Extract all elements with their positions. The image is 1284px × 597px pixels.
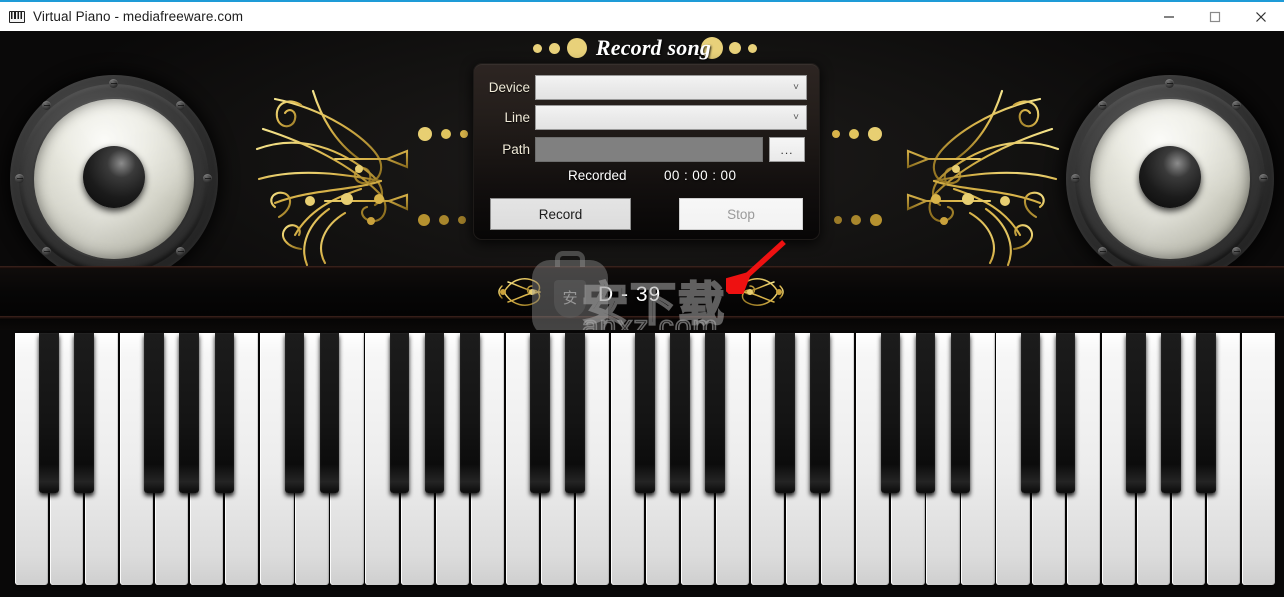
black-key[interactable] [179,333,200,493]
minimize-icon[interactable] [1146,1,1192,32]
gold-filigree-right [885,89,1060,267]
record-dialog-title-bar: Record song [470,33,820,63]
device-label: Device [488,80,530,95]
record-song-dialog: Device ˅ Line ˅ Path ... Recorded 00 : 0… [473,63,820,240]
black-key[interactable] [705,333,725,493]
black-key[interactable] [635,333,655,493]
line-row: Line ˅ [474,105,819,130]
path-input[interactable] [535,137,763,162]
recorded-timer: 00 : 00 : 00 [664,168,737,183]
title-bar: Virtual Piano - mediafreeware.com [0,0,1284,31]
line-label: Line [504,110,530,125]
chevron-down-icon: ˅ [793,111,799,123]
browse-button-label: ... [780,142,794,157]
black-key[interactable] [950,333,971,493]
gold-filigree-left [255,89,430,267]
black-key[interactable] [1125,333,1146,493]
window-title: Virtual Piano - mediafreeware.com [33,9,244,24]
black-key[interactable] [39,333,59,493]
ornament-dots-right-bottom [834,214,882,226]
record-dialog-title: Record song [595,35,712,60]
stop-button-label: Stop [727,206,755,222]
chevron-down-icon: ˅ [793,81,799,93]
line-select-value [536,106,806,110]
speaker-left [10,75,218,267]
title-dot [566,38,587,58]
ornament-dots-right-top [832,127,882,141]
title-dot [748,43,758,53]
path-label: Path [502,142,530,157]
black-key[interactable] [424,333,445,493]
black-key[interactable] [74,333,94,493]
record-button-label: Record [538,206,583,222]
piano-keys [14,333,1276,585]
black-key[interactable] [810,333,831,493]
black-key[interactable] [880,333,901,493]
black-key[interactable] [775,333,796,493]
black-key[interactable] [459,333,480,493]
black-key[interactable] [389,333,410,493]
record-button[interactable]: Record [490,198,631,230]
device-select-value [536,76,806,80]
black-key[interactable] [144,333,165,493]
black-key[interactable] [915,333,936,493]
app-window: Virtual Piano - mediafreeware.com Record… [0,0,1284,597]
black-key[interactable] [319,333,340,493]
browse-button[interactable]: ... [769,137,805,162]
annotation-arrow-icon [716,238,788,306]
black-key[interactable] [565,333,585,493]
black-key[interactable] [1196,333,1216,493]
window-controls [1146,1,1284,32]
ornament-dots-left-bottom [418,214,466,226]
black-key[interactable] [214,333,235,493]
ornament-dots-left-top [418,127,468,141]
piano-keyboard [0,330,1284,597]
black-key[interactable] [1055,333,1076,493]
stop-button: Stop [679,198,803,230]
speaker-right [1066,75,1274,267]
white-key[interactable] [1241,333,1276,585]
title-dot [729,42,742,54]
device-select[interactable]: ˅ [535,75,807,100]
black-key[interactable] [1020,333,1041,493]
title-dot [532,43,542,53]
piano-keyboard-icon [9,9,25,25]
recorded-label: Recorded [568,168,627,183]
black-key[interactable] [670,333,690,493]
path-row: Path ... [474,137,819,162]
path-input-value [536,138,762,142]
black-key[interactable] [530,333,550,493]
device-row: Device ˅ [474,75,819,100]
black-key[interactable] [1161,333,1181,493]
close-icon[interactable] [1238,1,1284,32]
black-key[interactable] [284,333,305,493]
maximize-icon[interactable] [1192,1,1238,32]
line-select[interactable]: ˅ [535,105,807,130]
title-dot [548,42,560,54]
center-ornament-left [498,272,544,312]
